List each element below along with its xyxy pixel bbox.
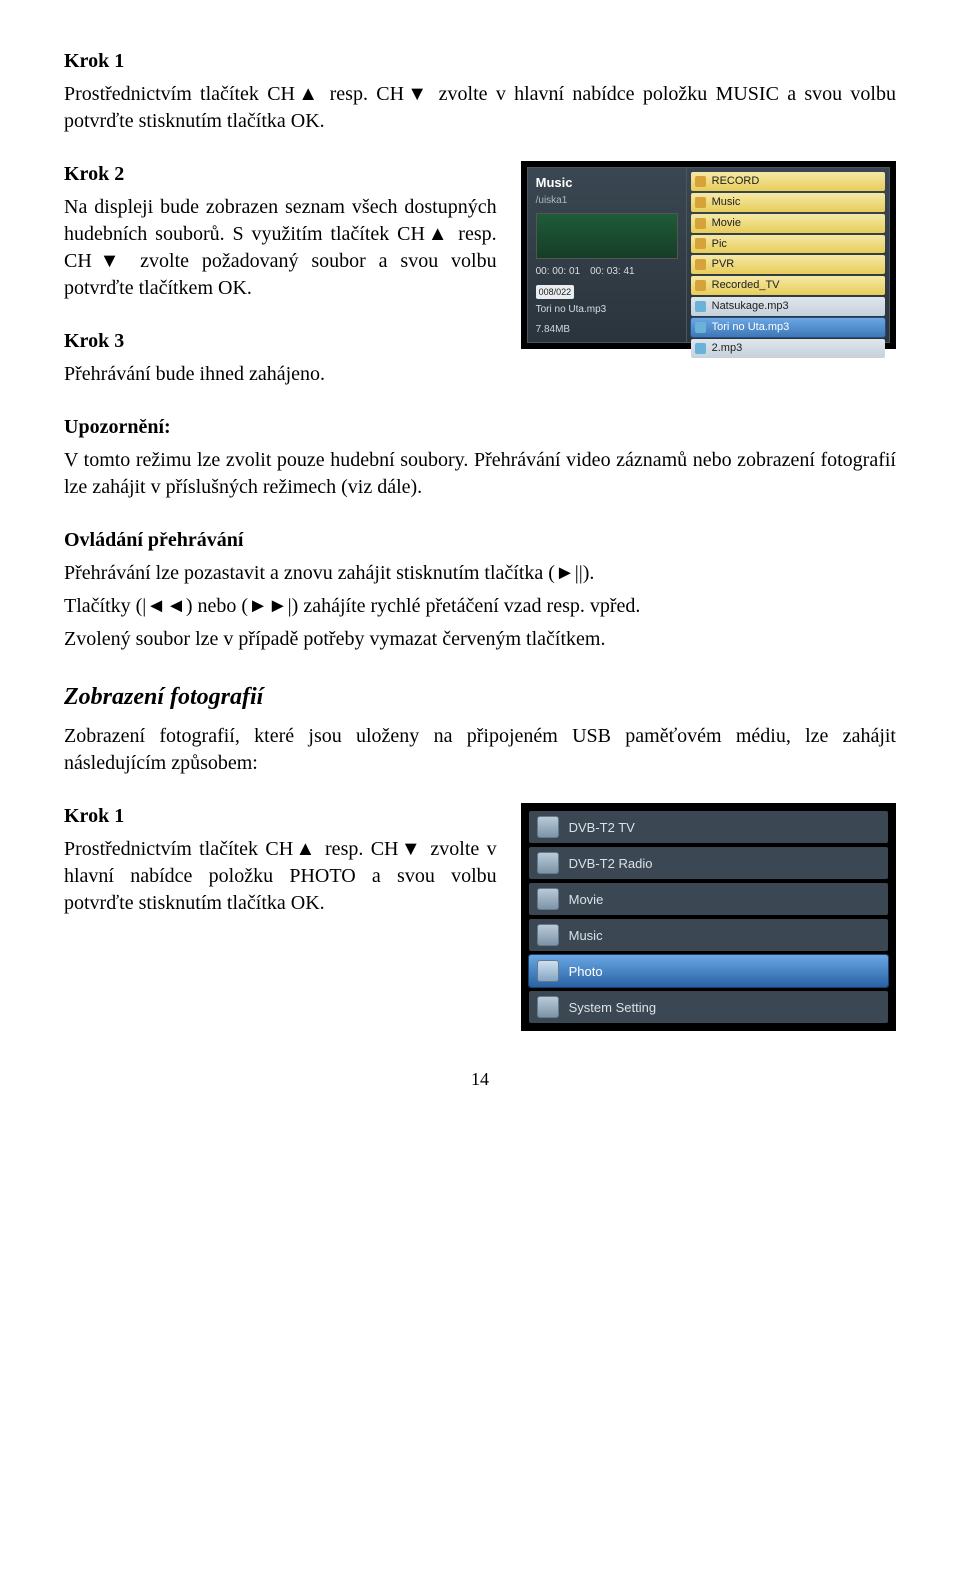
track-index: 008/022	[536, 285, 575, 299]
folder-item[interactable]: RECORD	[691, 172, 885, 191]
menu-item-dvb-tv[interactable]: DVB-T2 TV	[529, 811, 888, 843]
folder-label: Pic	[712, 237, 727, 252]
folder-item[interactable]: Movie	[691, 214, 885, 233]
photo-step1-heading: Krok 1	[64, 803, 497, 830]
menu-label: Photo	[569, 963, 603, 981]
step-2: Krok 2 Na displeji bude zobrazen seznam …	[64, 161, 497, 302]
step1-text: Prostřednictvím tlačítek CH▲ resp. CH▼ z…	[64, 81, 896, 135]
tv-icon	[537, 816, 559, 838]
music-title: Music	[536, 174, 678, 192]
menu-label: DVB-T2 TV	[569, 819, 635, 837]
folder-label: Movie	[712, 216, 741, 231]
audio-file-icon	[695, 322, 706, 333]
page-number: 14	[64, 1067, 896, 1091]
music-icon	[537, 924, 559, 946]
time-elapsed: 00: 00: 01	[536, 265, 580, 279]
folder-icon	[695, 280, 706, 291]
menu-item-system-setting[interactable]: System Setting	[529, 991, 888, 1023]
file-item[interactable]: 2.mp3	[691, 339, 885, 358]
playback-heading: Ovládání přehrávání	[64, 527, 896, 554]
step3-heading: Krok 3	[64, 328, 497, 355]
step1-heading: Krok 1	[64, 48, 896, 75]
step-3: Krok 3 Přehrávání bude ihned zahájeno.	[64, 328, 497, 388]
photo-step-1: Krok 1 Prostřednictvím tlačítek CH▲ resp…	[64, 803, 497, 917]
file-label: Natsukage.mp3	[712, 299, 789, 314]
file-list: RECORD Music Movie Pic PVR Recorded_TV N…	[687, 168, 889, 342]
step2-heading: Krok 2	[64, 161, 497, 188]
photo-icon	[537, 960, 559, 982]
playback-line3: Zvolený soubor lze v případě potřeby vym…	[64, 626, 896, 653]
file-item-selected[interactable]: Tori no Uta.mp3	[691, 318, 885, 337]
audio-file-icon	[695, 301, 706, 312]
music-thumbnail	[536, 213, 678, 259]
folder-icon	[695, 176, 706, 187]
audio-file-icon	[695, 343, 706, 354]
menu-label: Music	[569, 927, 603, 945]
music-path: /uiska1	[536, 194, 678, 208]
warning-block: Upozornění: V tomto režimu lze zvolit po…	[64, 414, 896, 501]
folder-icon	[695, 238, 706, 249]
menu-label: System Setting	[569, 999, 656, 1017]
folder-item[interactable]: Pic	[691, 235, 885, 254]
photo-section-title: Zobrazení fotografií	[64, 681, 896, 713]
photo-intro: Zobrazení fotografií, které jsou uloženy…	[64, 723, 896, 777]
radio-icon	[537, 852, 559, 874]
settings-icon	[537, 996, 559, 1018]
file-size: 7.84MB	[536, 323, 678, 337]
menu-label: Movie	[569, 891, 604, 909]
screenshot-music-browser: Music /uiska1 00: 00: 01 00: 03: 41 008/…	[521, 161, 896, 349]
menu-item-photo-selected[interactable]: Photo	[529, 955, 888, 987]
file-label: 2.mp3	[712, 341, 743, 356]
playback-line2: Tlačítky (|◄◄) nebo (►►|) zahájíte rychl…	[64, 593, 896, 620]
file-label: Tori no Uta.mp3	[712, 320, 790, 335]
folder-icon	[695, 218, 706, 229]
folder-label: RECORD	[712, 174, 760, 189]
current-track: Tori no Uta.mp3	[536, 303, 678, 317]
warning-heading: Upozornění:	[64, 414, 896, 441]
folder-icon	[695, 259, 706, 270]
playback-control-block: Ovládání přehrávání Přehrávání lze pozas…	[64, 527, 896, 653]
folder-label: Music	[712, 195, 741, 210]
menu-item-movie[interactable]: Movie	[529, 883, 888, 915]
time-total: 00: 03: 41	[590, 265, 634, 279]
folder-icon	[695, 197, 706, 208]
screenshot-main-menu: DVB-T2 TV DVB-T2 Radio Movie Music Photo…	[521, 803, 896, 1031]
folder-item[interactable]: PVR	[691, 255, 885, 274]
folder-label: Recorded_TV	[712, 278, 780, 293]
step3-text: Přehrávání bude ihned zahájeno.	[64, 361, 497, 388]
movie-icon	[537, 888, 559, 910]
menu-item-music[interactable]: Music	[529, 919, 888, 951]
menu-item-dvb-radio[interactable]: DVB-T2 Radio	[529, 847, 888, 879]
file-item[interactable]: Natsukage.mp3	[691, 297, 885, 316]
step-1: Krok 1 Prostřednictvím tlačítek CH▲ resp…	[64, 48, 896, 135]
menu-label: DVB-T2 Radio	[569, 855, 653, 873]
photo-step1-text: Prostřednictvím tlačítek CH▲ resp. CH▼ z…	[64, 836, 497, 917]
folder-item[interactable]: Music	[691, 193, 885, 212]
warning-text: V tomto režimu lze zvolit pouze hudební …	[64, 447, 896, 501]
folder-label: PVR	[712, 257, 735, 272]
folder-item[interactable]: Recorded_TV	[691, 276, 885, 295]
step2-text: Na displeji bude zobrazen seznam všech d…	[64, 194, 497, 302]
playback-line1: Přehrávání lze pozastavit a znovu zaháji…	[64, 560, 896, 587]
